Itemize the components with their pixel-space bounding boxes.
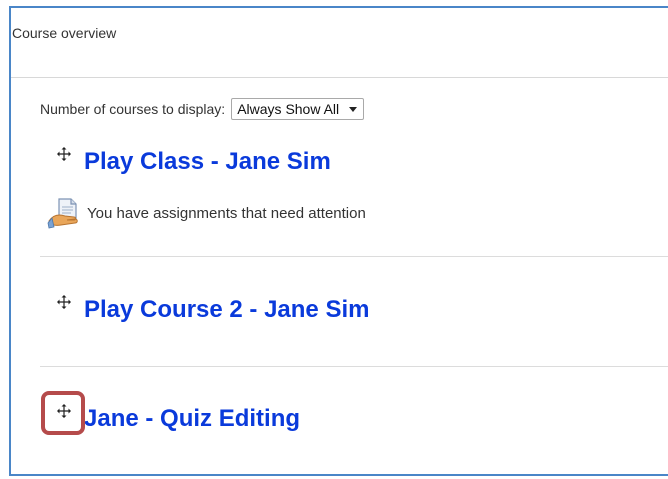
- course-link[interactable]: Jane - Quiz Editing: [84, 405, 300, 433]
- block-header: Course overview: [11, 8, 668, 78]
- courses-display-label: Number of courses to display:: [40, 101, 226, 117]
- courses-display-select[interactable]: Always Show All: [231, 98, 365, 120]
- courses-display-control: Number of courses to display: Always Sho…: [40, 98, 365, 120]
- assignment-alert: You have assignments that need attention: [47, 197, 366, 229]
- course-title-row: Play Course 2 - Jane Sim: [56, 294, 369, 324]
- course-divider: [40, 256, 668, 257]
- course-overview-block: Course overview Number of courses to dis…: [9, 6, 668, 476]
- assignment-hand-icon: [47, 198, 78, 229]
- course-divider: [40, 366, 668, 367]
- move-arrows-icon[interactable]: [56, 294, 72, 310]
- chevron-down-icon: [349, 106, 358, 112]
- course-title-row: Jane - Quiz Editing: [56, 404, 300, 433]
- block-title: Course overview: [12, 25, 117, 41]
- courses-display-selected: Always Show All: [237, 101, 340, 117]
- course-title-row: Play Class - Jane Sim: [56, 146, 331, 176]
- course-link[interactable]: Play Course 2 - Jane Sim: [84, 296, 369, 324]
- course-link[interactable]: Play Class - Jane Sim: [84, 148, 331, 176]
- move-icon-highlight: [41, 391, 85, 435]
- assignment-alert-text: You have assignments that need attention: [87, 204, 366, 222]
- move-arrows-icon[interactable]: [56, 146, 72, 162]
